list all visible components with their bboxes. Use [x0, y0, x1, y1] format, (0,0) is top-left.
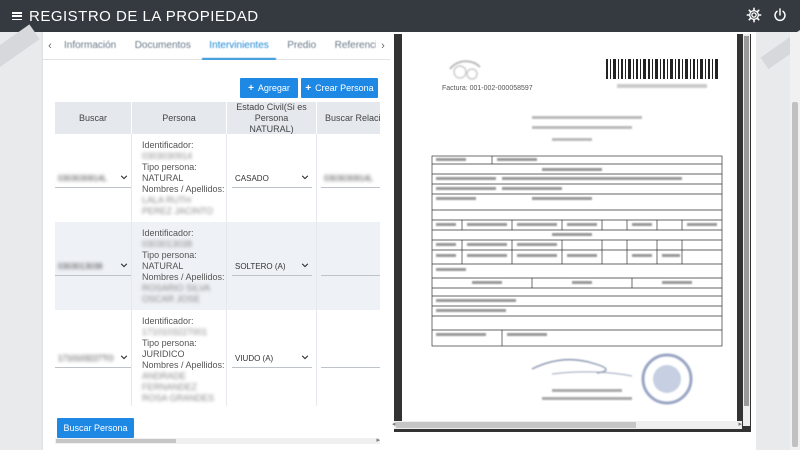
document-vertical-scrollbar[interactable]	[743, 34, 750, 426]
buscar-select[interactable]: 1710103227TO	[55, 350, 131, 368]
app-title: REGISTRO DE LA PROPIEDAD	[29, 7, 259, 25]
add-button-label: Agregar	[257, 83, 290, 93]
ident-value: 0303013038	[142, 239, 193, 249]
app-header: REGISTRO DE LA PROPIEDAD	[0, 0, 800, 32]
plus-icon: +	[305, 82, 312, 94]
estado-civil-select[interactable]: CASADO	[232, 170, 312, 188]
create-person-button-label: Crear Persona	[315, 83, 374, 93]
estado-civil-value: CASADO	[235, 174, 269, 183]
chevron-down-icon	[301, 175, 309, 180]
scrollbar-thumb[interactable]	[792, 102, 798, 447]
tab-referencia[interactable]: Referencia	[328, 32, 376, 60]
tab-scroll-left-icon[interactable]: ‹	[43, 32, 57, 60]
table-row: 1710103227TO Identificador: 171010322700…	[55, 310, 380, 406]
nombres-label: Nombres / Apellidos:	[142, 272, 225, 282]
estado-civil-value: VIUDO (A)	[235, 354, 274, 363]
document-horizontal-scrollbar[interactable]: ◂ ▸	[392, 421, 742, 429]
chevron-down-icon	[301, 263, 309, 268]
estado-civil-select[interactable]: VIUDO (A)	[232, 350, 312, 368]
scrollbar-thumb[interactable]	[396, 422, 636, 428]
tipo-label: Tipo persona:	[142, 162, 197, 172]
tab-predio[interactable]: Predio	[280, 32, 323, 60]
nombres-label: Nombres / Apellidos:	[142, 184, 225, 194]
person-info: Identificador: 0303013038 Tipo persona: …	[142, 228, 225, 305]
ident-value: 1710103227001	[142, 327, 208, 337]
ident-label: Identificador:	[142, 316, 194, 326]
person-info: Identificador: 1710103227001 Tipo person…	[142, 316, 225, 404]
document-page: Factura: 001-002-000058597	[402, 34, 737, 426]
person-info: Identificador: 0303030914 Tipo persona: …	[142, 140, 225, 217]
header-buscar: Buscar	[55, 102, 132, 134]
tab-informacion[interactable]: Información	[57, 32, 123, 60]
chevron-down-icon	[120, 263, 128, 268]
buscar-select-value: 0303030914L	[58, 174, 107, 183]
plus-icon: +	[248, 82, 254, 94]
buscar-relacion-select[interactable]	[321, 350, 380, 368]
estado-civil-value: SOLTERO (A)	[235, 262, 286, 271]
tab-bar: ‹ Información Documentos Intervinientes …	[43, 32, 390, 60]
header-buscar-relacion: Buscar Relación	[317, 102, 380, 134]
interveners-table: Buscar Persona Estado Civil(Si es Person…	[55, 102, 380, 438]
nombres-value: LALA RUTH PEREZ JACINTO	[142, 195, 213, 216]
table-row: 0303030914L Identificador: 0303030914 Ti…	[55, 134, 380, 222]
header-persona: Persona	[132, 102, 227, 134]
ident-label: Identificador:	[142, 228, 194, 238]
buscar-select-value: 1710103227TO	[58, 354, 114, 363]
header-estado-civil: Estado Civil(Si es Persona NATURAL)	[227, 102, 317, 134]
buscar-relacion-value: 0303030914L	[324, 174, 373, 183]
buscar-relacion-select[interactable]	[321, 258, 380, 276]
ident-value: 0303030914	[142, 151, 193, 161]
nombres-label: Nombres / Apellidos:	[142, 360, 225, 370]
tipo-label: Tipo persona:	[142, 338, 197, 348]
tipo-label: Tipo persona:	[142, 250, 197, 260]
scanned-document-image: Factura: 001-002-000058597	[431, 59, 725, 405]
estado-civil-select[interactable]: SOLTERO (A)	[232, 258, 312, 276]
tab-scroll-right-icon[interactable]: ›	[376, 32, 390, 60]
scroll-left-icon[interactable]: ◂	[392, 421, 396, 429]
chevron-down-icon	[120, 175, 128, 180]
chevron-down-icon	[301, 355, 309, 360]
interveners-panel: ‹ Información Documentos Intervinientes …	[43, 32, 390, 450]
tab-documentos[interactable]: Documentos	[128, 32, 198, 60]
gear-icon[interactable]	[746, 7, 762, 23]
create-person-button[interactable]: + Crear Persona	[301, 78, 378, 98]
scrollbar-thumb[interactable]	[744, 36, 749, 406]
document-viewer[interactable]: Factura: 001-002-000058597	[394, 34, 751, 432]
page-vertical-scrollbar[interactable]	[790, 32, 800, 450]
nombres-value: ROSARIO SILVA OSCAR JOSE	[142, 283, 210, 304]
search-person-button-label: Buscar Persona	[63, 423, 128, 433]
scroll-right-icon[interactable]: ▸	[738, 421, 742, 429]
buscar-select-value: 0303013038	[58, 262, 103, 271]
table-horizontal-scrollbar[interactable]: ▸	[55, 436, 380, 444]
buscar-select[interactable]: 0303013038	[55, 258, 131, 276]
tab-intervinientes[interactable]: Intervinientes	[202, 32, 276, 60]
tipo-value: NATURAL	[142, 261, 184, 271]
scrollbar-thumb[interactable]	[56, 439, 176, 443]
hamburger-icon[interactable]	[12, 12, 22, 20]
buscar-select[interactable]: 0303030914L	[55, 170, 131, 188]
scroll-right-icon[interactable]: ▸	[376, 436, 380, 444]
power-icon[interactable]	[772, 7, 788, 23]
nombres-value: ANDRADE FERNANDEZ ROSA GRANDES	[142, 371, 215, 403]
ident-label: Identificador:	[142, 140, 194, 150]
search-person-button[interactable]: Buscar Persona	[57, 418, 134, 438]
invoice-number: Factura: 001-002-000058597	[442, 85, 533, 92]
buscar-relacion-select[interactable]: 0303030914L	[321, 170, 380, 188]
tipo-value: NATURAL	[142, 173, 184, 183]
chevron-down-icon	[120, 355, 128, 360]
add-button[interactable]: + Agregar	[240, 78, 298, 98]
table-row: 0303013038 Identificador: 0303013038 Tip…	[55, 222, 380, 310]
document-viewer-panel: Factura: 001-002-000058597 ◂ ▸	[390, 32, 756, 450]
tipo-value: JURIDICO	[142, 349, 185, 359]
